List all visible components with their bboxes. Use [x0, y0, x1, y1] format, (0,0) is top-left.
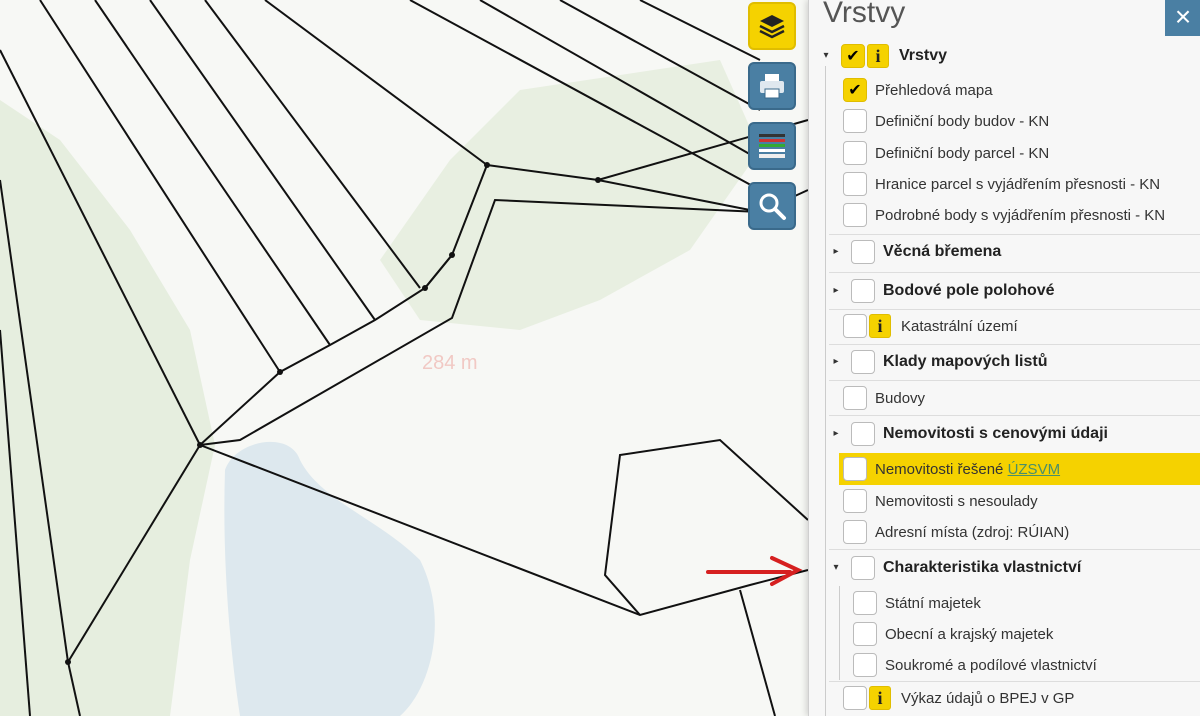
print-button[interactable]: [748, 62, 796, 110]
printer-icon: [760, 74, 784, 99]
layer-label: Podrobné body s vyjádřením přesnosti - K…: [875, 207, 1166, 224]
layer-item-obecni[interactable]: Obecní a krajský majetek: [809, 618, 1200, 650]
info-icon[interactable]: i: [867, 44, 889, 68]
checkbox[interactable]: [853, 622, 877, 646]
caret-right-icon[interactable]: ▸: [831, 286, 841, 296]
layer-item-statni[interactable]: Státní majetek: [809, 587, 1200, 619]
map-distance-label: 284 m: [422, 352, 478, 374]
checkbox[interactable]: [843, 172, 867, 196]
layer-label: Nemovitosti řešené ÚZSVM: [875, 461, 1061, 478]
layer-label: Výkaz údajů o BPEJ v GP: [901, 690, 1075, 707]
checkbox[interactable]: [851, 279, 875, 303]
layers-panel: Vrstvy × ▾ ✔ i Vrstvy ✔ Přehledová mapa …: [808, 0, 1200, 716]
layer-label: Definiční body parcel - KN: [875, 145, 1050, 162]
layer-label: Hranice parcel s vyjádřením přesnosti - …: [875, 176, 1161, 193]
layer-group-nemovitosti-cenove[interactable]: ▸ Nemovitosti s cenovými údaji: [809, 418, 1200, 450]
caret-right-icon[interactable]: ▸: [831, 357, 841, 367]
layer-label: Vrstvy: [899, 47, 948, 64]
layer-label: Nemovitosti s cenovými údaji: [883, 425, 1108, 442]
info-icon[interactable]: i: [869, 314, 891, 338]
layers-icon: [759, 15, 785, 39]
layer-item-adresni[interactable]: Adresní místa (zdroj: RÚIAN): [809, 516, 1200, 548]
layer-label: Věcná břemena: [883, 243, 1002, 260]
checkbox[interactable]: [843, 109, 867, 133]
legend-icon: [759, 134, 785, 158]
checkbox[interactable]: [843, 141, 867, 165]
layer-label: Soukromé a podílové vlastnictví: [885, 657, 1097, 674]
checkbox[interactable]: ✔: [843, 78, 867, 102]
layer-label: Klady mapových listů: [883, 353, 1048, 370]
checkbox[interactable]: [843, 489, 867, 513]
layer-label: Bodové pole polohové: [883, 282, 1055, 299]
layer-label: Katastrální území: [901, 318, 1018, 335]
info-icon[interactable]: i: [869, 686, 891, 710]
uzsvm-link[interactable]: ÚZSVM: [1008, 461, 1061, 478]
layer-group-bodove[interactable]: ▸ Bodové pole polohové: [809, 275, 1200, 307]
layer-label: Přehledová mapa: [875, 82, 993, 99]
checkbox-root[interactable]: ✔: [841, 44, 865, 68]
layer-item-nemovitosti-resene[interactable]: Nemovitosti řešené ÚZSVM: [839, 453, 1200, 485]
close-button[interactable]: ×: [1165, 0, 1200, 36]
search-icon: [759, 193, 786, 220]
checkbox[interactable]: [843, 686, 867, 710]
layer-item-budovy[interactable]: Budovy: [809, 382, 1200, 414]
checkbox[interactable]: [851, 350, 875, 374]
layer-item-prehledova[interactable]: ✔ Přehledová mapa: [809, 74, 1200, 106]
checkbox[interactable]: [843, 520, 867, 544]
layers-button[interactable]: [748, 2, 796, 50]
layer-item-katastralni[interactable]: i Katastrální území: [809, 310, 1200, 342]
layer-label: Budovy: [875, 390, 926, 407]
layer-group-root[interactable]: ▾ ✔ i Vrstvy: [809, 40, 1200, 72]
checkbox[interactable]: [851, 556, 875, 580]
layer-group-charakteristika[interactable]: ▾ Charakteristika vlastnictví: [809, 552, 1200, 584]
checkbox[interactable]: [843, 203, 867, 227]
layer-label: Obecní a krajský majetek: [885, 626, 1054, 643]
layer-item-vykaz[interactable]: i Výkaz údajů o BPEJ v GP: [809, 682, 1200, 714]
layer-label: Státní majetek: [885, 595, 981, 612]
layer-item-soukrome[interactable]: Soukromé a podílové vlastnictví: [809, 649, 1200, 681]
checkbox[interactable]: [853, 591, 877, 615]
checkbox[interactable]: [843, 457, 867, 481]
caret-right-icon[interactable]: ▸: [831, 429, 841, 439]
layer-item-nesoulady[interactable]: Nemovitosti s nesoulady: [809, 485, 1200, 517]
checkbox[interactable]: [843, 386, 867, 410]
checkbox[interactable]: [851, 240, 875, 264]
layer-group-klady[interactable]: ▸ Klady mapových listů: [809, 346, 1200, 378]
caret-down-icon[interactable]: ▾: [831, 563, 841, 573]
layer-label: Adresní místa (zdroj: RÚIAN): [875, 524, 1070, 541]
checkbox[interactable]: [853, 653, 877, 677]
layer-item-def-budov[interactable]: Definiční body budov - KN: [809, 105, 1200, 137]
layer-item-def-parcel[interactable]: Definiční body parcel - KN: [809, 137, 1200, 169]
checkbox[interactable]: [843, 314, 867, 338]
layer-label: Definiční body budov - KN: [875, 113, 1050, 130]
layer-item-hranice[interactable]: Hranice parcel s vyjádřením přesnosti - …: [809, 168, 1200, 200]
caret-down-icon[interactable]: ▾: [821, 51, 831, 61]
caret-right-icon[interactable]: ▸: [831, 247, 841, 257]
checkbox[interactable]: [851, 422, 875, 446]
layer-label: Nemovitosti s nesoulady: [875, 493, 1038, 510]
legend-button[interactable]: [748, 122, 796, 170]
layer-item-podrobne[interactable]: Podrobné body s vyjádřením přesnosti - K…: [809, 199, 1200, 231]
layer-group-vecna[interactable]: ▸ Věcná břemena: [809, 236, 1200, 268]
panel-title: Vrstvy: [823, 0, 906, 29]
search-button[interactable]: [748, 182, 796, 230]
layer-label: Charakteristika vlastnictví: [883, 559, 1082, 576]
